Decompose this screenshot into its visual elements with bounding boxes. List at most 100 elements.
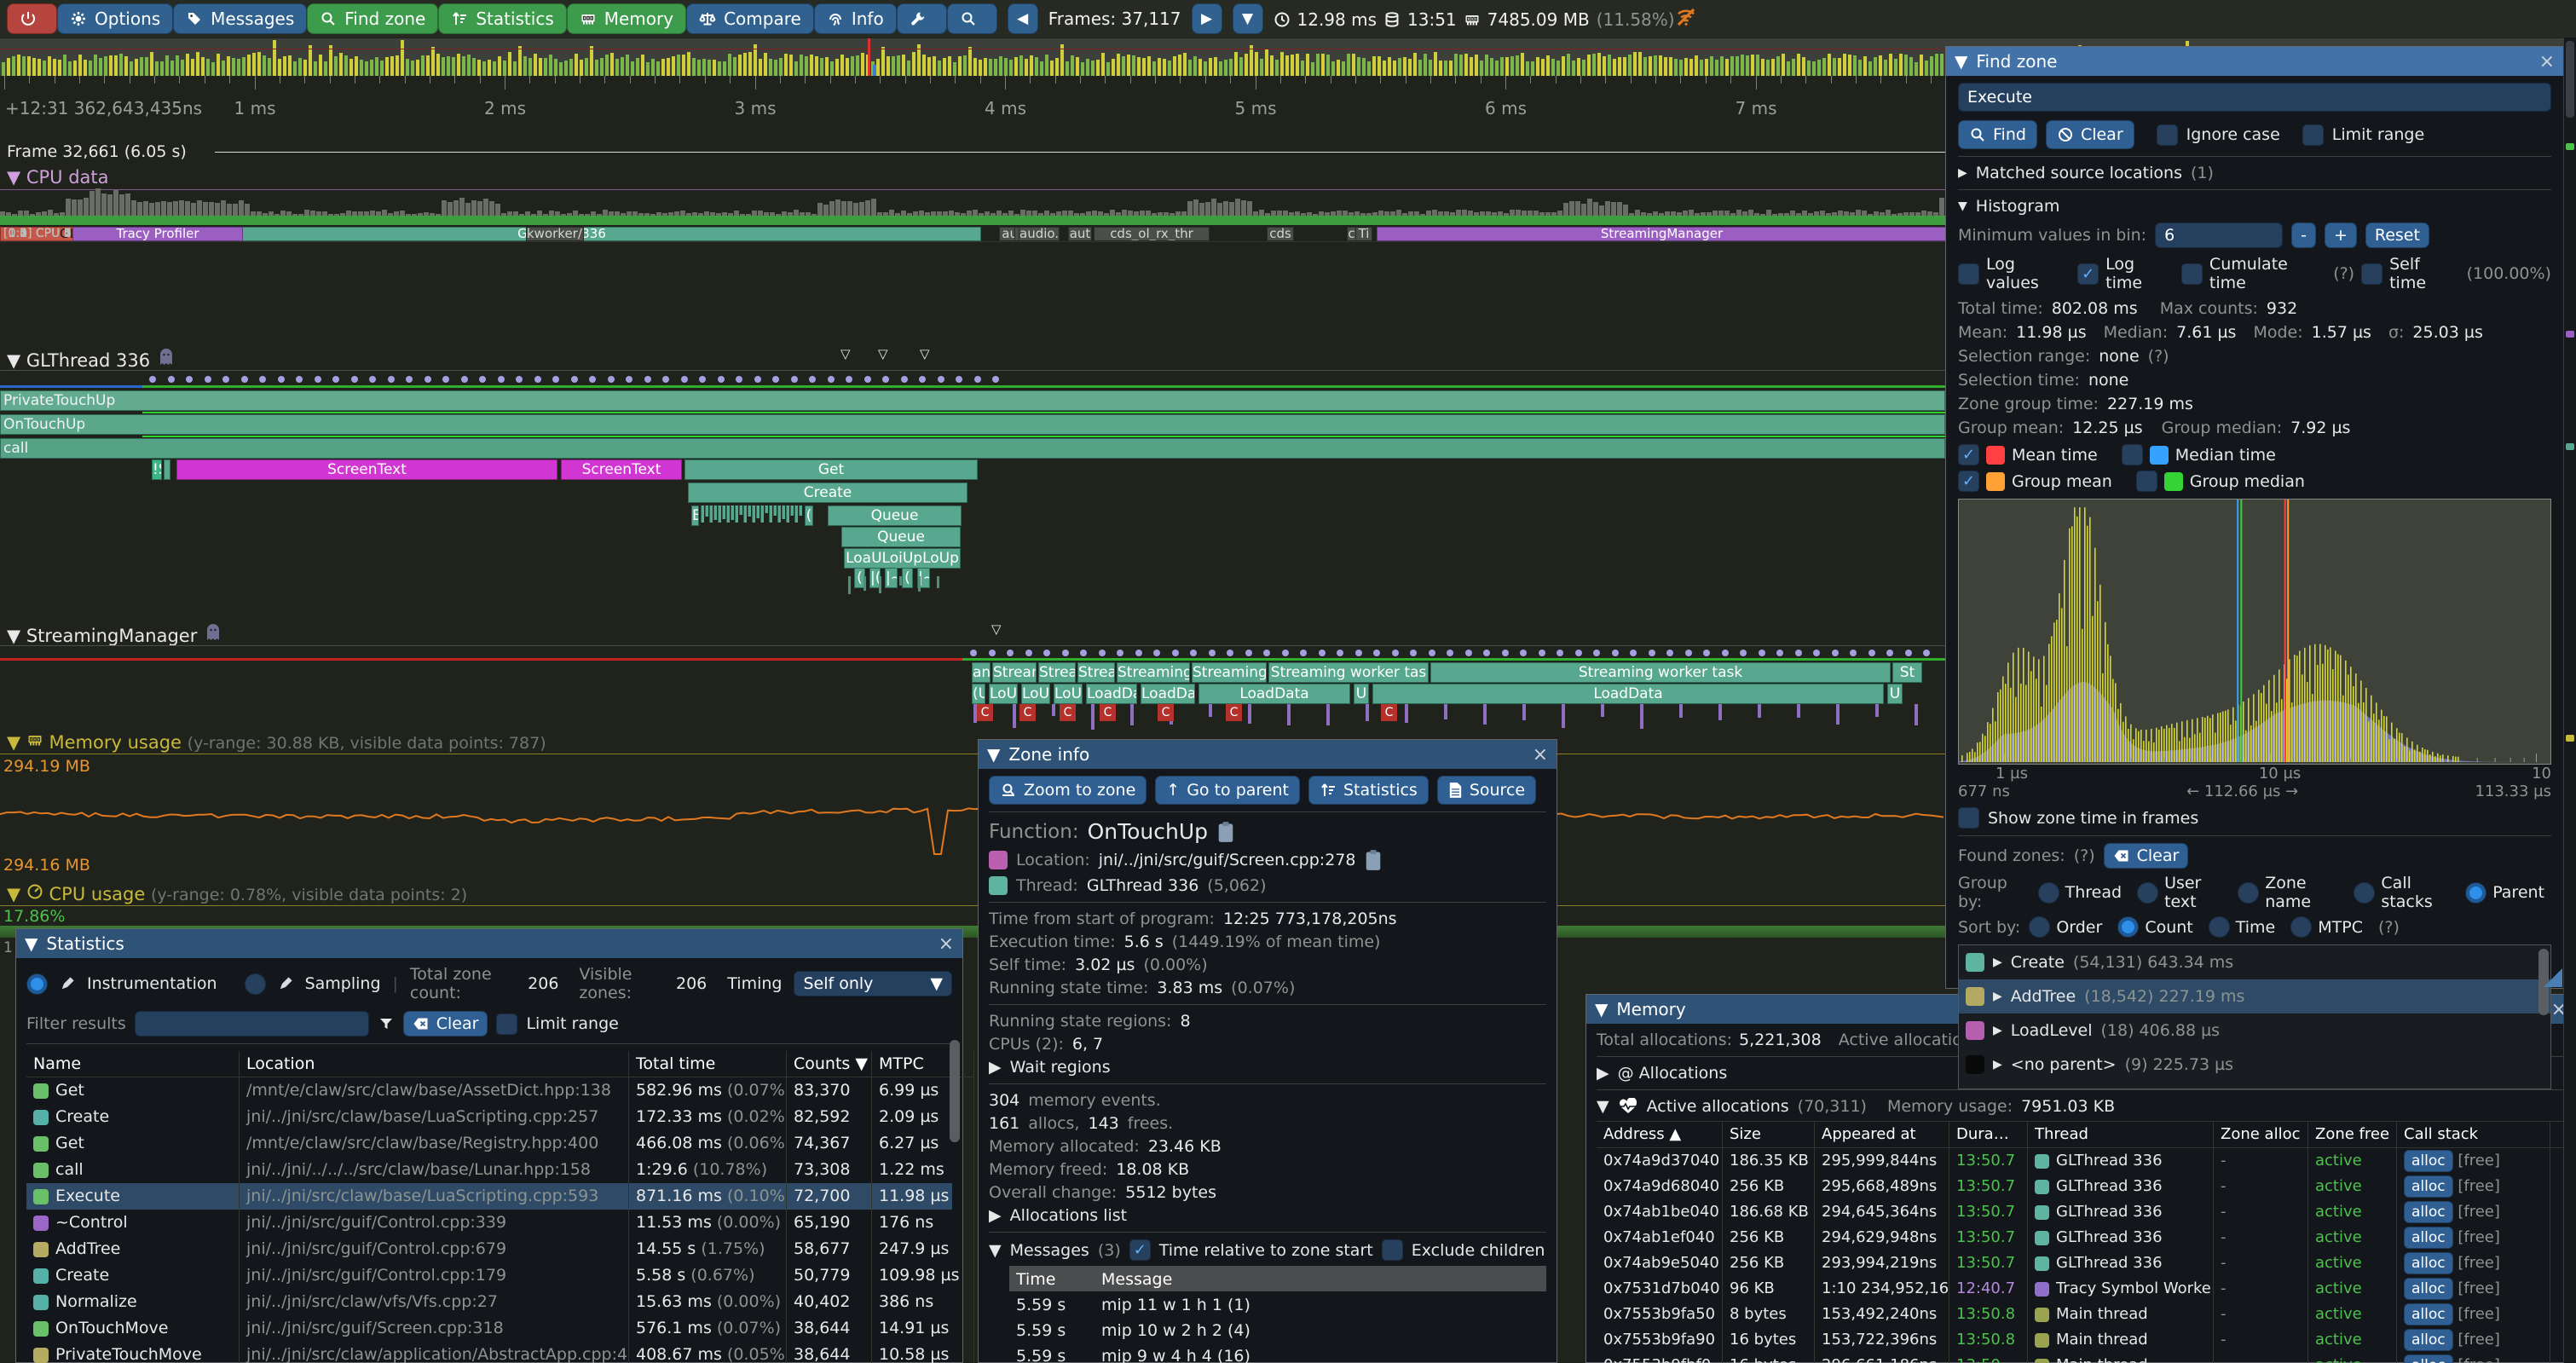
zone-bar[interactable]: Strea (1077, 662, 1115, 683)
frame-bar[interactable] (1408, 59, 1412, 76)
frame-bar[interactable] (774, 60, 777, 76)
frame-bar[interactable] (1879, 55, 1882, 76)
frame-bar[interactable] (1413, 53, 1417, 76)
frame-bar[interactable] (1475, 55, 1478, 76)
frame-bar[interactable] (764, 53, 767, 76)
frame-bar[interactable] (539, 58, 542, 76)
frame-bar[interactable] (1572, 61, 1575, 76)
message-row[interactable]: 5.59 s mip 10 w 2 h 2 (4) (1009, 1317, 1546, 1343)
frame-bar[interactable] (1316, 54, 1320, 76)
frame-bar[interactable] (436, 54, 440, 76)
msg-col-message[interactable]: Message (1095, 1266, 1546, 1291)
frame-bar[interactable] (457, 54, 460, 76)
prev-frame-button[interactable]: ◀ (1008, 3, 1038, 34)
frame-bar[interactable] (1889, 54, 1892, 76)
zone-bar[interactable]: Strea (1038, 662, 1076, 683)
frame-bar[interactable] (493, 61, 496, 76)
frame-bar[interactable] (1500, 57, 1504, 76)
zone-bar-ontouchup[interactable] (0, 414, 1945, 435)
frame-bar[interactable] (1040, 61, 1043, 76)
find-zone-titlebar[interactable]: ▼ Find zone× (1946, 47, 2563, 76)
zone-bar[interactable]: U (1887, 684, 1903, 704)
zone-bar[interactable]: Strean (992, 662, 1037, 683)
frame-bar[interactable] (1367, 61, 1371, 76)
frame-bar[interactable] (1337, 60, 1340, 76)
frame-bar[interactable] (303, 60, 307, 76)
zone-bar[interactable]: LoadDaU (1086, 684, 1137, 704)
frame-bar[interactable] (585, 58, 588, 76)
zone-row-depth0[interactable]: PrivateTouchUp (0, 390, 1945, 411)
frame-bar[interactable] (682, 55, 685, 76)
frame-bar[interactable] (1720, 56, 1724, 76)
frame-bar[interactable] (1715, 60, 1718, 76)
frame-bar[interactable] (1331, 61, 1335, 76)
frame-bar[interactable] (973, 58, 977, 76)
frame-bar[interactable] (416, 60, 419, 76)
col-zone-free[interactable]: Zone free (2308, 1122, 2397, 1147)
frames-dropdown-button[interactable]: ▼ (1233, 3, 1263, 34)
frame-bar[interactable] (825, 57, 829, 76)
zone-row-depth2[interactable]: call (0, 438, 1945, 459)
toolbar-button[interactable]: Messages (173, 3, 307, 34)
frame-bar[interactable] (263, 55, 266, 76)
frame-bar[interactable] (1239, 57, 1243, 76)
frame-bar[interactable] (1188, 60, 1192, 76)
frame-bar[interactable] (615, 59, 619, 76)
frame-bar[interactable] (1587, 55, 1591, 76)
frame-bar[interactable] (728, 54, 731, 76)
frame-bar[interactable] (1756, 55, 1759, 76)
found-zone-row[interactable]: ▶ AddTree (18,542) 227.19 ms (1959, 979, 2550, 1014)
zone-bar[interactable]: Streaming worker task (1430, 662, 1891, 683)
allocations-list-toggle[interactable]: Allocations list (1010, 1206, 1128, 1225)
frame-bar[interactable] (1014, 57, 1018, 76)
frame-bar[interactable] (1137, 57, 1141, 76)
sampling-radio[interactable] (245, 973, 266, 995)
frame-bar[interactable] (68, 61, 72, 76)
frame-bar[interactable] (580, 60, 583, 76)
frame-bar[interactable] (406, 59, 409, 76)
frame-bar[interactable] (53, 59, 56, 76)
frame-bar[interactable] (1045, 55, 1048, 76)
col-call-stack[interactable]: Call stack (2397, 1122, 2550, 1147)
timing-select[interactable]: Self only▼ (794, 971, 952, 996)
found-clear-button[interactable]: Clear (2104, 843, 2189, 869)
statistics-row[interactable]: call jni/../jni/../../../src/claw/base/L… (26, 1157, 952, 1183)
frame-bar[interactable] (697, 60, 701, 76)
frame-bar[interactable] (1112, 59, 1115, 76)
legend-checkbox[interactable] (2122, 444, 2143, 465)
frame-bar[interactable] (528, 58, 532, 76)
frame-bar[interactable] (1730, 56, 1734, 76)
col-appeared[interactable]: Appeared at (1815, 1122, 1949, 1147)
frame-bar[interactable] (1055, 58, 1059, 76)
frame-bar-blue[interactable] (873, 65, 876, 76)
clipboard-icon[interactable] (1364, 849, 1383, 871)
message-marker-icon[interactable]: ▽ (991, 621, 1002, 637)
frame-bar[interactable] (1684, 58, 1688, 76)
col-counts[interactable]: Counts ▼ (787, 1051, 872, 1077)
frame-bar[interactable] (861, 53, 864, 76)
funnel-icon[interactable] (378, 1015, 395, 1032)
zone-bar[interactable]: LoaULoiUpLoUp (844, 548, 961, 569)
alloc-callstack-button[interactable]: alloc (2404, 1227, 2453, 1249)
frame-bar[interactable] (1459, 55, 1463, 76)
frame-bar[interactable] (815, 56, 818, 76)
memory-row[interactable]: 0x74a9d68040 256 KB 295,668,489ns 13:50.… (1597, 1174, 2565, 1199)
frame-bar[interactable] (646, 62, 650, 76)
frame-bar[interactable] (104, 56, 107, 76)
toolbar-button[interactable] (947, 3, 997, 34)
glthread-header[interactable]: ▼ GLThread 336 (7, 348, 174, 371)
message-row[interactable]: 5.59 s mip 9 w 4 h 4 (16) (1009, 1343, 1546, 1363)
frame-bar[interactable] (1250, 45, 1253, 76)
frame-bar[interactable] (1178, 55, 1181, 76)
frame-bar[interactable] (656, 61, 660, 76)
frame-bar[interactable] (1296, 54, 1299, 76)
frame-bar[interactable] (1291, 55, 1294, 76)
frame-bar[interactable] (564, 61, 568, 76)
frame-bar[interactable] (1260, 59, 1263, 76)
frame-bar[interactable] (1025, 59, 1028, 76)
frame-bar[interactable] (759, 59, 762, 76)
allocations-toggle[interactable]: @ Allocations (1618, 1064, 1728, 1083)
frame-bar[interactable] (1081, 62, 1084, 76)
frame-bar[interactable] (99, 58, 102, 76)
minus-button[interactable]: - (2291, 222, 2316, 248)
